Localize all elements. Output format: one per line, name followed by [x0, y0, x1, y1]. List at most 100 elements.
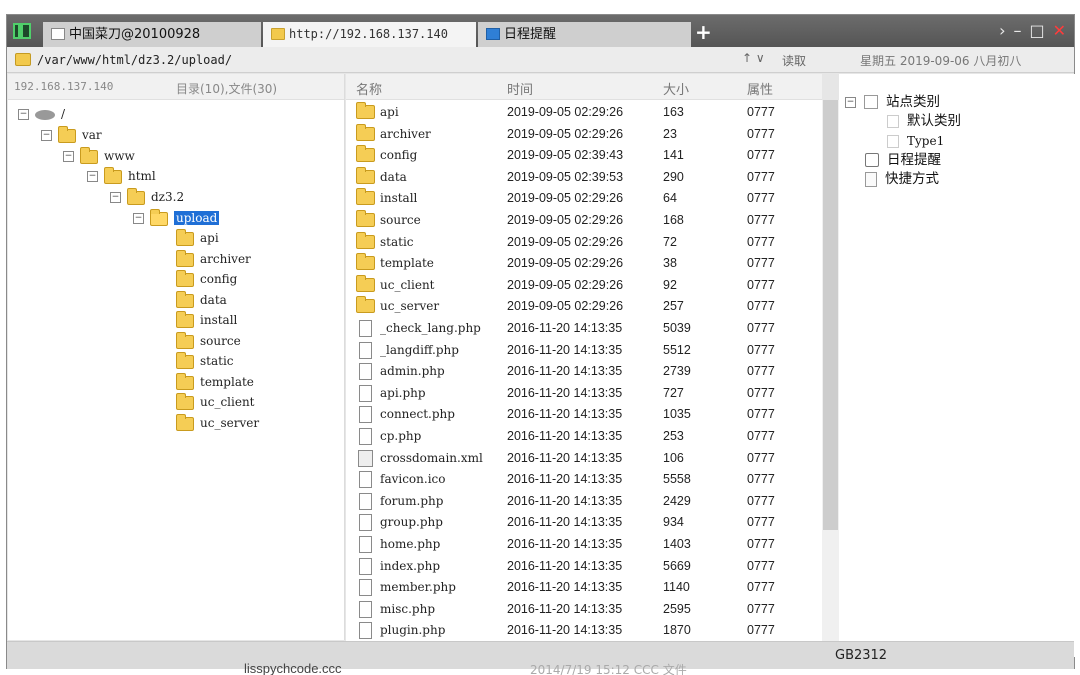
collapse-icon[interactable]: −	[63, 151, 74, 162]
tab-main[interactable]: 中国菜刀@20100928	[43, 22, 261, 47]
tree-node-type1[interactable]: Type1	[887, 132, 944, 151]
file-row[interactable]: static 2019-09-05 02:29:26 72 0777	[346, 231, 822, 254]
chevron-right-icon[interactable]: ›	[999, 19, 1005, 43]
file-size: 257	[663, 299, 684, 314]
tree-node-root[interactable]: − /	[18, 104, 65, 124]
tree-node-config[interactable]: config	[176, 269, 237, 289]
collapse-icon[interactable]: −	[87, 171, 98, 182]
file-size: 1140	[663, 580, 690, 595]
tree-node-uc-client[interactable]: uc_client	[176, 392, 255, 412]
tree-node-dz32[interactable]: − dz3.2	[110, 187, 184, 207]
file-name: member.php	[380, 580, 456, 595]
collapse-icon[interactable]: −	[133, 213, 144, 224]
tree-node-source[interactable]: source	[176, 331, 241, 351]
chevron-down-icon[interactable]: ↑ ∨	[742, 51, 765, 65]
file-row[interactable]: uc_server 2019-09-05 02:29:26 257 0777	[346, 296, 822, 318]
tree-node-template[interactable]: template	[176, 372, 254, 392]
file-time: 2019-09-05 02:29:26	[507, 126, 624, 141]
scrollbar-thumb[interactable]	[823, 100, 838, 530]
tree-label: 日程提醒	[887, 152, 941, 168]
file-size: 72	[663, 234, 677, 249]
file-attr: 0777	[747, 407, 775, 422]
collapse-icon[interactable]: −	[41, 130, 52, 141]
tree-node-archiver[interactable]: archiver	[176, 249, 251, 269]
file-row[interactable]: archiver 2019-09-05 02:29:26 23 0777	[346, 123, 822, 146]
folder-open-icon	[150, 208, 168, 226]
tree-node-install[interactable]: install	[176, 310, 237, 330]
file-row[interactable]: uc_client 2019-09-05 02:29:26 92 0777	[346, 274, 822, 297]
encoding-status[interactable]: GB2312	[835, 648, 887, 663]
tree-node-site-category[interactable]: − 站点类别	[845, 93, 940, 112]
tree-node-uc-server[interactable]: uc_server	[176, 413, 259, 433]
file-row[interactable]: member.php 2016-11-20 14:13:35 1140 0777	[346, 577, 822, 599]
file-row[interactable]: cp.php 2016-11-20 14:13:35 253 0777	[346, 426, 822, 448]
icon-shape	[359, 557, 372, 575]
file-icon	[356, 363, 372, 381]
tree-node-schedule[interactable]: 日程提醒	[865, 151, 941, 170]
minimize-icon[interactable]: –	[1013, 19, 1021, 43]
tree-node-static[interactable]: static	[176, 351, 234, 371]
column-size-header[interactable]: 大小	[663, 79, 689, 98]
tree-header: 192.168.137.140 目录(10),文件(30)	[8, 74, 344, 100]
file-row[interactable]: _langdiff.php 2016-11-20 14:13:35 5512 0777	[346, 340, 822, 362]
file-row[interactable]: data 2019-09-05 02:39:53 290 0777	[346, 166, 822, 189]
file-row[interactable]: admin.php 2016-11-20 14:13:35 2739 0777	[346, 361, 822, 383]
file-name: install	[380, 191, 418, 206]
icon-shape	[356, 123, 375, 141]
file-row[interactable]: template 2019-09-05 02:29:26 38 0777	[346, 253, 822, 275]
icon-shape	[359, 514, 372, 532]
tree-node-html[interactable]: − html	[87, 166, 156, 186]
icon-shape	[359, 579, 372, 597]
file-attr: 0777	[747, 515, 775, 530]
file-row[interactable]: connect.php 2016-11-20 14:13:35 1035 0777	[346, 404, 822, 426]
file-size: 163	[663, 105, 684, 119]
file-attr: 0777	[747, 256, 775, 271]
file-row[interactable]: _check_lang.php 2016-11-20 14:13:35 5039 07…	[346, 318, 822, 340]
tree-node-upload[interactable]: − upload	[133, 208, 220, 228]
tree-node-default-category[interactable]: 默认类别	[887, 112, 961, 131]
collapse-icon[interactable]: −	[845, 96, 856, 108]
tree-node-www[interactable]: − www	[63, 146, 135, 166]
file-name: _langdiff.php	[380, 342, 459, 357]
read-button[interactable]: 读取	[782, 52, 806, 69]
file-row[interactable]: group.php 2016-11-20 14:13:35 934 0777	[346, 512, 822, 534]
close-icon[interactable]: ✕	[1053, 19, 1066, 43]
file-row[interactable]: install 2019-09-05 02:29:26 64 0777	[346, 188, 822, 210]
tab-schedule[interactable]: 日程提醒	[478, 22, 691, 47]
file-row[interactable]: forum.php 2016-11-20 14:13:35 2429 0777	[346, 491, 822, 513]
folder-icon	[176, 413, 194, 431]
file-row[interactable]: config 2019-09-05 02:39:43 141 0777	[346, 145, 822, 167]
tree-label: archiver	[200, 252, 251, 266]
file-row[interactable]: source 2019-09-05 02:29:26 168 0777	[346, 210, 822, 232]
file-row[interactable]: plugin.php 2016-11-20 14:13:35 1870 0777	[346, 620, 822, 642]
column-name-header[interactable]: 名称	[356, 79, 382, 98]
tree-node-data[interactable]: data	[176, 290, 227, 310]
file-row[interactable]: favicon.ico 2016-11-20 14:13:35 5558 0777	[346, 469, 822, 491]
tree-node-api[interactable]: api	[176, 228, 219, 248]
file-size: 23	[663, 126, 677, 141]
folder-icon	[104, 166, 122, 184]
icon-shape	[359, 536, 372, 553]
file-row[interactable]: index.php 2016-11-20 14:13:35 5669 0777	[346, 556, 822, 578]
file-row[interactable]: home.php 2016-11-20 14:13:35 1403 0777	[346, 534, 822, 556]
column-time-header[interactable]: 时间	[507, 79, 533, 98]
file-attr: 0777	[747, 277, 775, 292]
collapse-icon[interactable]: −	[110, 192, 121, 203]
file-row[interactable]: misc.php 2016-11-20 14:13:35 2595 0777	[346, 599, 822, 621]
icon-shape	[356, 188, 375, 206]
tree-node-shortcuts[interactable]: 快捷方式	[865, 170, 939, 189]
file-row[interactable]: api 2019-09-05 02:29:26 163 0777	[346, 102, 822, 124]
file-name: connect.php	[380, 407, 455, 422]
maximize-icon[interactable]: □	[1029, 19, 1044, 43]
tree-label: uc_client	[200, 395, 255, 409]
path-input[interactable]	[37, 51, 757, 69]
collapse-icon[interactable]: −	[18, 109, 29, 120]
new-tab-button[interactable]: +	[695, 21, 712, 43]
column-attr-header[interactable]: 属性	[747, 79, 773, 98]
tab-site[interactable]: http://192.168.137.140	[263, 22, 476, 47]
file-list-scrollbar[interactable]	[822, 100, 839, 657]
tree-node-var[interactable]: − var	[41, 125, 102, 145]
title-bar: 中国菜刀@20100928 http://192.168.137.140 日程提…	[7, 15, 1074, 47]
file-row[interactable]: api.php 2016-11-20 14:13:35 727 0777	[346, 383, 822, 405]
file-row[interactable]: crossdomain.xml 2016-11-20 14:13:35 106 077…	[346, 448, 822, 470]
